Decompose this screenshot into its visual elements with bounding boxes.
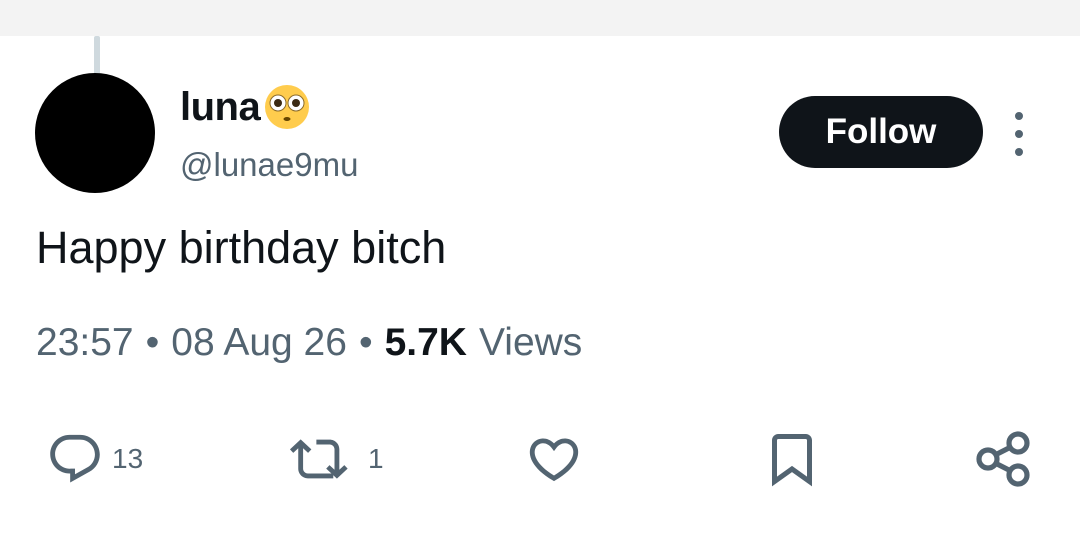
retweet-icon <box>289 439 348 479</box>
display-name[interactable]: luna <box>180 85 261 130</box>
heart-icon <box>529 438 579 482</box>
like-button[interactable] <box>523 424 585 494</box>
more-dot <box>1015 112 1023 120</box>
share-button[interactable] <box>972 424 1036 494</box>
views-count: 5.7K <box>384 321 467 364</box>
tweet-time[interactable]: 23:57 <box>36 321 134 365</box>
follow-button[interactable]: Follow <box>779 96 983 168</box>
views-label: Views <box>478 321 583 364</box>
user-handle[interactable]: @lunae9mu <box>180 146 358 184</box>
bookmark-icon <box>772 434 812 487</box>
more-dot <box>1015 130 1023 138</box>
reply-button[interactable]: 13 <box>46 424 143 494</box>
top-strip <box>0 0 1080 36</box>
share-icon <box>976 431 1030 487</box>
bookmark-button[interactable] <box>762 424 822 494</box>
tweet-date[interactable]: 08 Aug 26 <box>171 321 347 365</box>
tweet-meta: 23:57 • 08 Aug 26 • 5.7K Views <box>36 318 582 368</box>
reply-count: 13 <box>112 443 144 474</box>
tweet-text: Happy birthday bitch <box>36 222 447 273</box>
meta-separator: • <box>358 321 373 364</box>
meta-separator: • <box>145 321 160 364</box>
avatar[interactable] <box>35 73 155 193</box>
more-dot <box>1015 148 1023 156</box>
retweet-count: 1 <box>368 443 384 474</box>
retweet-button[interactable]: 1 <box>280 424 384 494</box>
flushed-face-emoji-icon <box>265 85 310 129</box>
more-vertical-icon[interactable] <box>1006 112 1032 156</box>
thread-line <box>94 36 100 76</box>
reply-icon <box>50 434 100 483</box>
display-name-row[interactable]: luna <box>180 82 312 132</box>
